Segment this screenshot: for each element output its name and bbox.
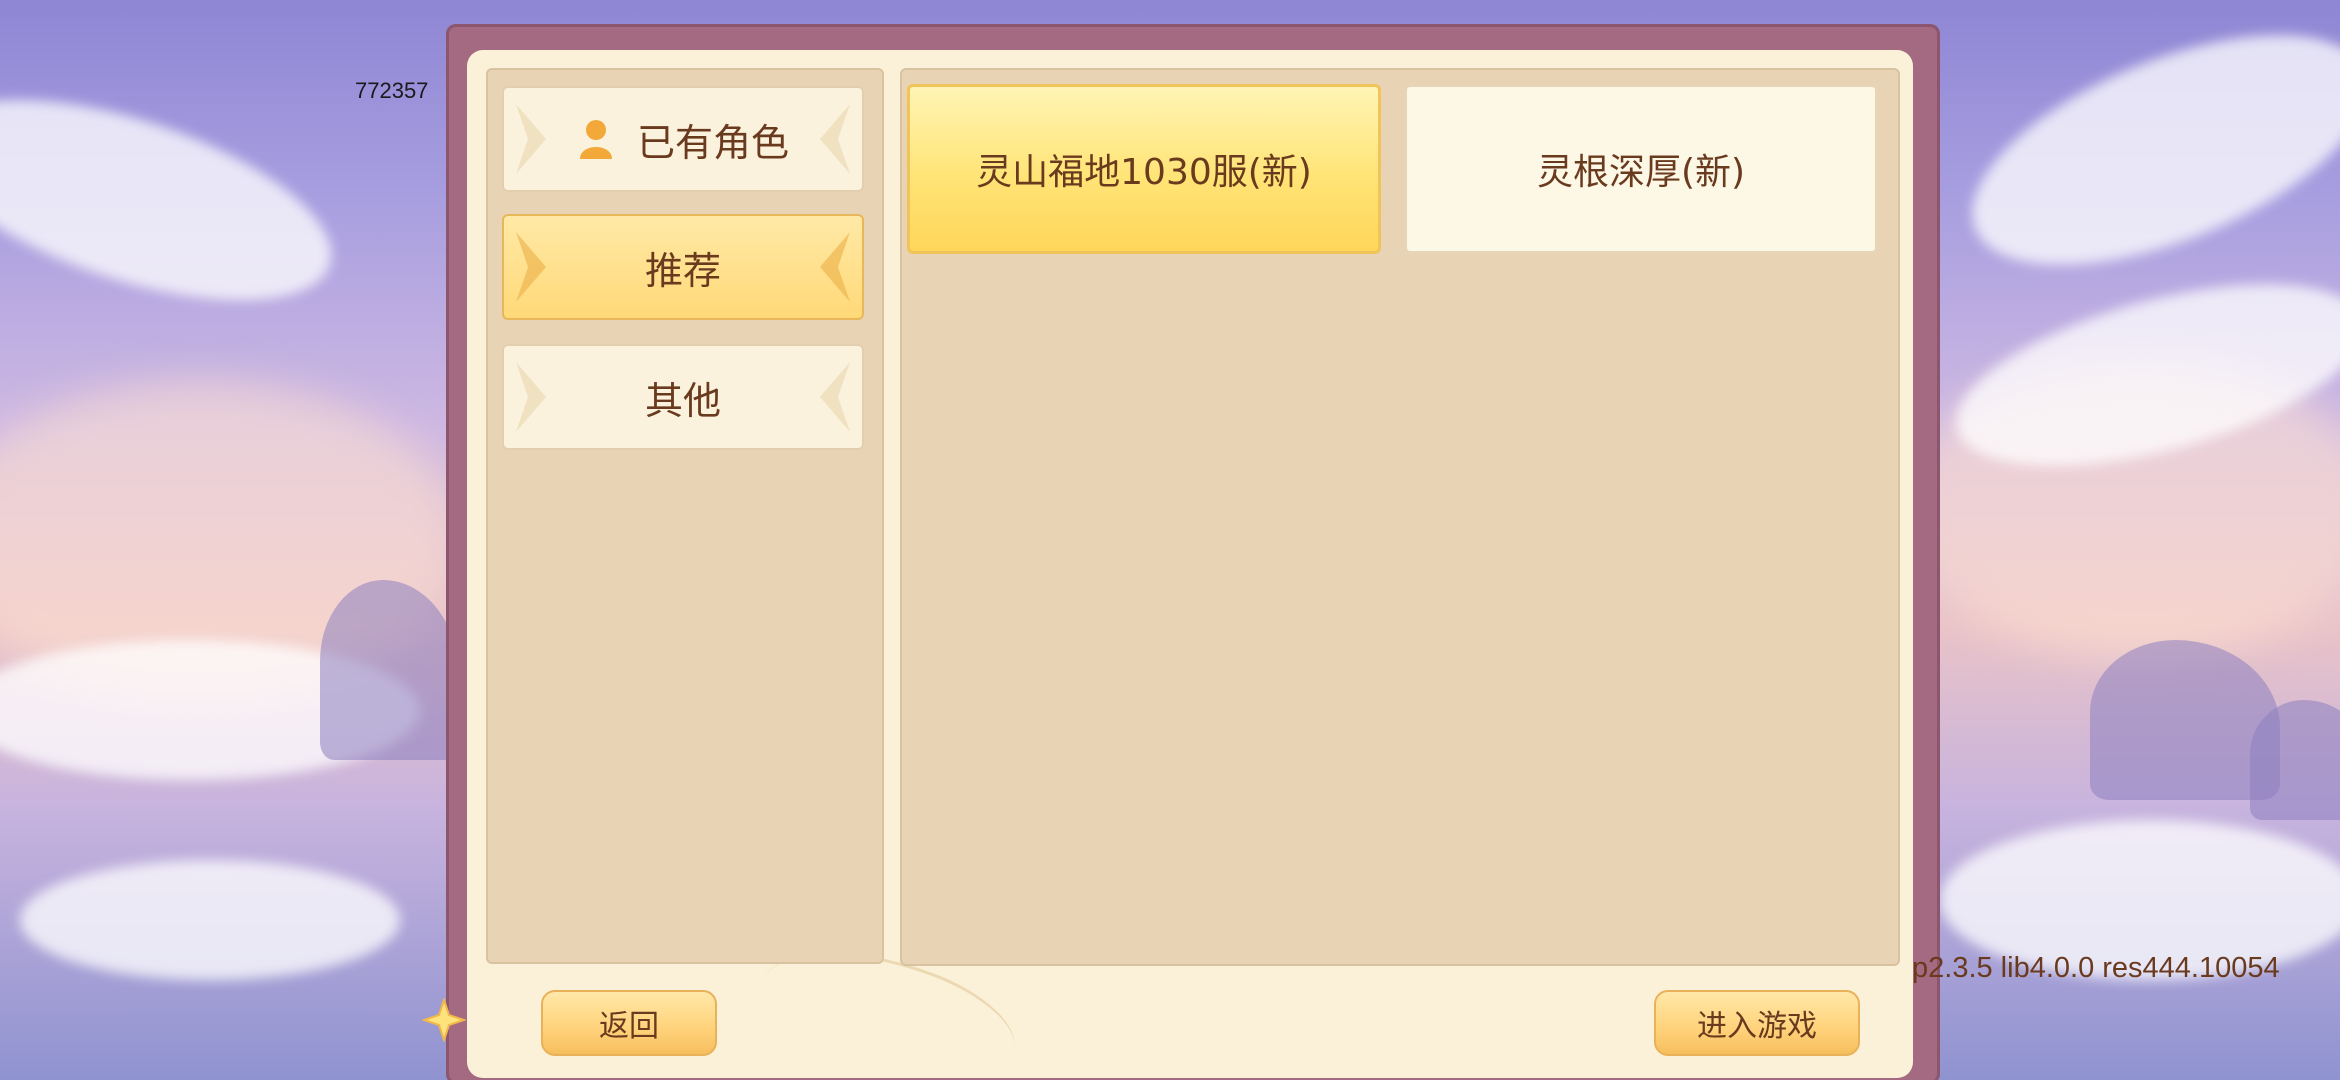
- cloud-left-3: [20, 860, 400, 980]
- server-name: 灵根深厚(新): [1536, 152, 1746, 193]
- game-screen: 772357 已有角色 推荐 其他 灵山福地1030服(新) 灵根深厚(新) 返…: [0, 0, 2340, 1080]
- server-card[interactable]: 灵根深厚(新): [1404, 84, 1878, 254]
- user-icon: [577, 117, 615, 161]
- tab-recommended-label: 推荐: [644, 248, 721, 293]
- enter-game-button-label: 进入游戏: [1697, 1009, 1817, 1044]
- tab-other-label: 其他: [644, 378, 721, 423]
- enter-game-button[interactable]: 进入游戏: [1654, 990, 1860, 1056]
- star-icon: [420, 996, 468, 1044]
- server-card-selected[interactable]: 灵山福地1030服(新): [907, 84, 1381, 254]
- tab-other[interactable]: 其他: [502, 344, 864, 450]
- category-panel: [486, 68, 884, 964]
- mountain-right-2: [2250, 700, 2340, 820]
- tab-recommended[interactable]: 推荐: [502, 214, 864, 320]
- tab-existing-characters[interactable]: 已有角色: [502, 86, 864, 192]
- mountain-left: [320, 580, 460, 760]
- back-button[interactable]: 返回: [541, 990, 717, 1056]
- tab-existing-characters-label: 已有角色: [636, 120, 789, 165]
- cloud-left-1: [0, 59, 355, 341]
- debug-number: 772357: [355, 78, 429, 103]
- back-button-label: 返回: [599, 1009, 659, 1044]
- version-text: p2.3.5 lib4.0.0 res444.10054: [1912, 952, 2280, 984]
- server-name: 灵山福地1030服(新): [976, 152, 1312, 193]
- cloud-right-1: [1941, 0, 2340, 313]
